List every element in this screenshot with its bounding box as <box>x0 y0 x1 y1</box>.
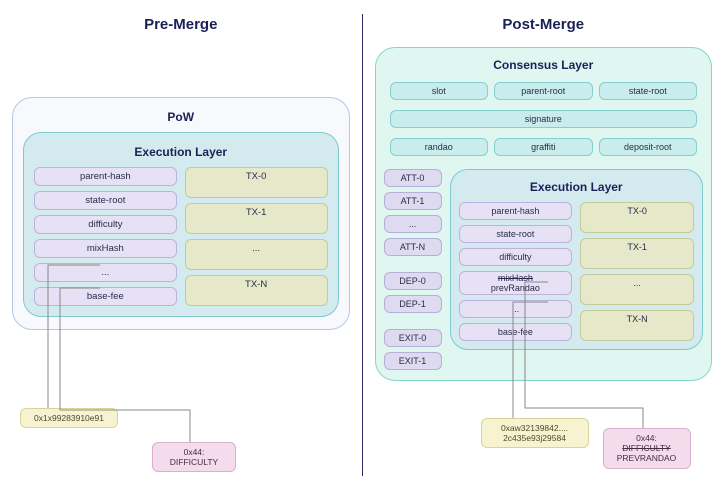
field-dep1: DEP-1 <box>384 295 442 313</box>
field-attn: ATT-N <box>384 238 442 256</box>
field-tx1-r: TX-1 <box>580 238 694 269</box>
field-slot: slot <box>390 82 489 100</box>
field-att0: ATT-0 <box>384 169 442 187</box>
field-att1: ATT-1 <box>384 192 442 210</box>
field-tx-ellipsis-r: ... <box>580 274 694 305</box>
field-signature: signature <box>390 110 698 128</box>
field-parent-hash: parent-hash <box>34 167 177 186</box>
field-parent-hash-r: parent-hash <box>459 202 573 220</box>
field-exit1: EXIT-1 <box>384 352 442 370</box>
mixhash-strike: mixHash <box>498 273 533 283</box>
field-exit0: EXIT-0 <box>384 329 442 347</box>
execution-layer-left: Execution Layer parent-hash state-root d… <box>23 132 339 317</box>
pre-merge-title: Pre-Merge <box>12 16 350 33</box>
pow-label: PoW <box>23 110 339 124</box>
consensus-body: ATT-0 ATT-1 ... ATT-N DEP-0 DEP-1 EXIT-0… <box>384 169 704 370</box>
field-tx-ellipsis: ... <box>185 239 328 270</box>
prevrandao-label: prevRandao <box>491 283 540 293</box>
exec-label-left: Execution Layer <box>34 145 328 159</box>
operation-lists: ATT-0 ATT-1 ... ATT-N DEP-0 DEP-1 EXIT-0… <box>384 169 442 370</box>
opcode-new: PREVRANDAO <box>617 453 677 463</box>
field-dep0: DEP-0 <box>384 272 442 290</box>
field-ellipsis: ... <box>34 263 177 282</box>
field-mixhash: mixHash <box>34 239 177 258</box>
field-ellipsis-r: ... <box>459 300 573 318</box>
field-att-ellipsis: ... <box>384 215 442 233</box>
callout-opcode-right: 0x44: DIFFICULTY PREVRANDAO <box>603 428 691 469</box>
field-tx0-r: TX-0 <box>580 202 694 233</box>
callout-value-left: 0x1x99283910e91 <box>20 408 118 428</box>
field-tx0: TX-0 <box>185 167 328 198</box>
diagram-root: Pre-Merge PoW Execution Layer parent-has… <box>0 0 724 502</box>
field-base-fee: base-fee <box>34 287 177 306</box>
field-mixhash-r: mixHash prevRandao <box>459 271 573 295</box>
field-state-root: state-root <box>34 191 177 210</box>
header-fields-right: parent-hash state-root difficulty mixHas… <box>459 202 573 341</box>
execution-layer-right: Execution Layer parent-hash state-root d… <box>450 169 704 350</box>
consensus-box: Consensus Layer slot parent-root state-r… <box>375 47 713 381</box>
field-txn: TX-N <box>185 275 328 306</box>
consensus-fields: slot parent-root state-root signature ra… <box>384 80 704 169</box>
field-randao: randao <box>390 138 489 156</box>
pow-box: PoW Execution Layer parent-hash state-ro… <box>12 97 350 330</box>
callout-value-right: 0xaw32139842.... 2c435e93j29584 <box>481 418 589 448</box>
field-graffiti: graffiti <box>494 138 593 156</box>
pre-merge-panel: Pre-Merge PoW Execution Layer parent-has… <box>0 0 362 502</box>
field-state-root-c: state-root <box>599 82 698 100</box>
tx-fields-left: TX-0 TX-1 ... TX-N <box>185 167 328 306</box>
post-merge-panel: Post-Merge Consensus Layer slot parent-r… <box>363 0 724 502</box>
field-difficulty: difficulty <box>34 215 177 234</box>
exec-label-right: Execution Layer <box>459 180 695 194</box>
field-state-root-r: state-root <box>459 225 573 243</box>
field-difficulty-r: difficulty <box>459 248 573 266</box>
field-parent-root: parent-root <box>494 82 593 100</box>
field-tx1: TX-1 <box>185 203 328 234</box>
field-txn-r: TX-N <box>580 310 694 341</box>
opcode-code: 0x44: <box>636 433 657 443</box>
tx-fields-right: TX-0 TX-1 ... TX-N <box>580 202 694 341</box>
field-base-fee-r: base-fee <box>459 323 573 341</box>
post-merge-title: Post-Merge <box>375 16 713 33</box>
callout-opcode-left: 0x44: DIFFICULTY <box>152 442 236 472</box>
field-deposit-root: deposit-root <box>599 138 698 156</box>
consensus-label: Consensus Layer <box>384 58 704 72</box>
header-fields-left: parent-hash state-root difficulty mixHas… <box>34 167 177 306</box>
opcode-old: DIFFICULTY <box>622 443 670 453</box>
